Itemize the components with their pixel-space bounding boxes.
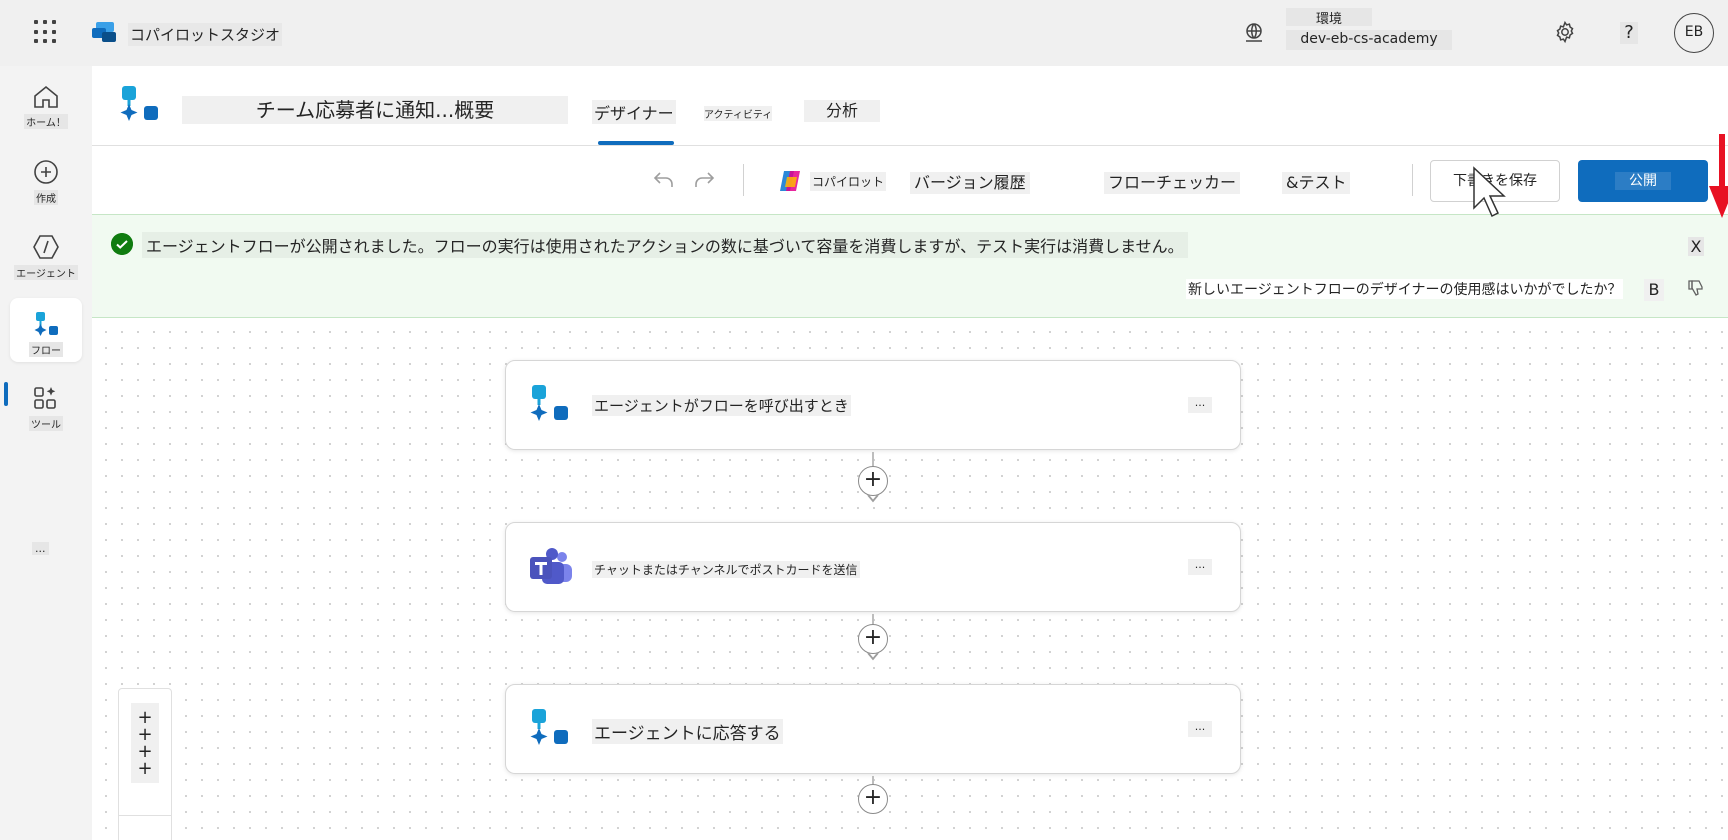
help-icon[interactable]: ? xyxy=(1620,22,1638,44)
agent-icon xyxy=(33,235,59,259)
teams-icon xyxy=(530,548,572,584)
agent-flow-icon xyxy=(530,709,568,745)
tools-icon xyxy=(34,387,56,409)
copilot-studio-logo xyxy=(92,22,116,42)
node-more-button[interactable]: ... xyxy=(1188,397,1212,413)
rail-item-flows[interactable]: フロー xyxy=(10,298,82,362)
flow-canvas[interactable]: エージェントがフローを呼び出すとき ... + チャットまたはチャンネルでポスト… xyxy=(92,318,1728,840)
node-more-button[interactable]: ... xyxy=(1188,559,1212,575)
active-indicator xyxy=(4,382,8,406)
gear-icon[interactable] xyxy=(1553,20,1577,44)
environment-label: 環境 xyxy=(1286,8,1372,27)
add-step-button[interactable]: + xyxy=(858,624,888,654)
flow-checker-button[interactable]: フローチェッカー xyxy=(1104,172,1241,194)
zoom-divider xyxy=(119,815,171,816)
add-step-button[interactable]: + xyxy=(858,466,888,496)
plus-circle-icon xyxy=(34,160,58,184)
rail-item-label: ツール xyxy=(29,416,63,431)
environment-icon[interactable] xyxy=(1242,21,1266,45)
flow-title: チーム応募者に通知...概要 xyxy=(182,96,568,124)
tab-activity[interactable]: アクティビティ xyxy=(704,106,773,121)
copilot-icon xyxy=(780,171,800,191)
tab-analysis[interactable]: 分析 xyxy=(804,100,880,122)
environment-value[interactable]: dev-eb-cs-academy xyxy=(1286,30,1452,50)
toolbar-divider xyxy=(743,164,744,196)
left-rail: ホーム！ 作成 エージェント フロー ツール ... xyxy=(0,66,92,840)
mouse-cursor-icon xyxy=(1473,166,1506,218)
agent-flow-icon xyxy=(530,385,568,421)
rail-item-label: エージェント xyxy=(14,265,78,280)
annotation-arrow-icon xyxy=(1709,134,1728,218)
flow-icon xyxy=(34,312,58,336)
rail-item-label: フロー xyxy=(29,342,63,357)
node-label: エージェントがフローを呼び出すとき xyxy=(592,395,851,416)
flow-node-respond[interactable]: エージェントに応答する ... xyxy=(505,684,1241,774)
tab-designer[interactable]: デザイナー xyxy=(592,100,676,124)
connector-arrow-icon xyxy=(867,652,879,661)
home-icon xyxy=(34,85,58,108)
redo-icon[interactable] xyxy=(692,168,716,192)
rail-item-create[interactable]: 作成 xyxy=(10,146,82,210)
node-label: チャットまたはチャンネルでポストカードを送信 xyxy=(592,561,860,578)
node-more-button[interactable]: ... xyxy=(1188,721,1212,737)
more-menu[interactable]: ... xyxy=(32,542,49,555)
success-banner: エージェントフローが公開されました。フローの実行は使用されたアクションの数に基づ… xyxy=(92,214,1728,318)
publish-label: 公開 xyxy=(1615,172,1671,190)
feedback-thumbs-up[interactable]: B xyxy=(1644,279,1664,301)
feedback-question: 新しいエージェントフローのデザイナーの使用感はいかがでしたか？ xyxy=(1186,279,1624,299)
rail-item-label: 作成 xyxy=(34,190,58,205)
flow-node-teams-action[interactable]: チャットまたはチャンネルでポストカードを送信 ... xyxy=(505,522,1241,612)
flow-icon xyxy=(120,86,158,121)
undo-icon[interactable] xyxy=(652,168,676,192)
copilot-label: コパイロット xyxy=(810,171,887,191)
app-name: コパイロットスタジオ xyxy=(128,23,283,46)
node-label: エージェントに応答する xyxy=(592,719,783,744)
zoom-in-button[interactable]: + + + + xyxy=(131,703,159,783)
toolbar-divider xyxy=(1412,164,1413,196)
publish-button[interactable]: 公開 xyxy=(1578,160,1708,202)
rail-item-label: ホーム！ xyxy=(24,114,68,129)
rail-item-agents[interactable]: エージェント xyxy=(10,221,82,285)
app-launcher-icon[interactable] xyxy=(34,20,58,44)
connector-arrow-icon xyxy=(867,494,879,503)
active-tab-underline xyxy=(598,141,674,145)
close-icon[interactable]: X xyxy=(1688,237,1704,256)
banner-message: エージェントフローが公開されました。フローの実行は使用されたアクションの数に基づ… xyxy=(142,232,1188,258)
test-button[interactable]: &テスト xyxy=(1282,172,1351,194)
flow-node-trigger[interactable]: エージェントがフローを呼び出すとき ... xyxy=(505,360,1241,450)
rail-item-tools[interactable]: ツール xyxy=(10,372,82,436)
avatar[interactable]: EB xyxy=(1674,13,1714,53)
rail-item-home[interactable]: ホーム！ xyxy=(10,72,82,136)
zoom-controls: + + + + xyxy=(118,688,172,840)
top-bar: コパイロットスタジオ 環境 dev-eb-cs-academy ? EB xyxy=(0,0,1728,66)
add-step-button[interactable]: + xyxy=(858,784,888,814)
version-history-button[interactable]: バージョン履歴 xyxy=(910,172,1030,194)
checkmark-icon xyxy=(111,233,133,255)
copilot-button[interactable]: コパイロット xyxy=(776,166,887,196)
flow-header: チーム応募者に通知...概要 デザイナー アクティビティ 分析 xyxy=(92,66,1728,146)
thumbs-down-icon[interactable] xyxy=(1688,279,1704,297)
